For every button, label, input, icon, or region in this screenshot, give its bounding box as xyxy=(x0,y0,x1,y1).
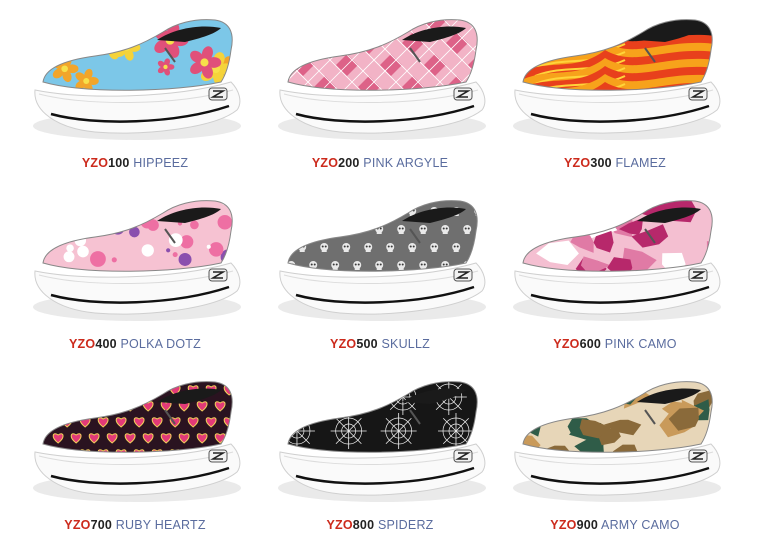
product-card-yzo800[interactable]: YZO800 SPIDERZ xyxy=(265,364,495,539)
product-code-number: 800 xyxy=(352,518,375,532)
product-name: SPIDERZ xyxy=(377,518,434,532)
product-name: RUBY HEARTZ xyxy=(115,518,206,532)
product-code-prefix: YZO xyxy=(64,518,91,532)
shoe-image-flamez[interactable] xyxy=(505,10,725,145)
product-caption: YZO600 PINK CAMO xyxy=(500,337,730,351)
product-caption: YZO500 SKULLZ xyxy=(265,337,495,351)
product-code-prefix: YZO xyxy=(564,156,591,170)
product-code-number: 400 xyxy=(95,337,117,351)
product-name: PINK CAMO xyxy=(604,337,677,351)
product-code-prefix: YZO xyxy=(330,337,357,351)
product-caption: YZO200 PINK ARGYLE xyxy=(265,156,495,170)
product-code-number: 900 xyxy=(576,518,599,532)
product-code-number: 200 xyxy=(338,156,360,170)
product-caption: YZO700 RUBY HEARTZ xyxy=(20,518,250,532)
product-code-number: 300 xyxy=(590,156,612,170)
product-code-number: 600 xyxy=(579,337,602,351)
product-caption: YZO400 POLKA DOTZ xyxy=(20,337,250,351)
product-code-prefix: YZO xyxy=(553,337,580,351)
shoe-image-pink-argyle[interactable] xyxy=(270,10,490,145)
product-card-yzo500[interactable]: YZO500 SKULLZ xyxy=(265,183,495,358)
shoe-image-hippeez[interactable] xyxy=(25,10,245,145)
product-caption: YZO100 HIPPEEZ xyxy=(20,156,250,170)
product-code-prefix: YZO xyxy=(326,518,353,532)
product-card-yzo900[interactable]: YZO900 ARMY CAMO xyxy=(500,364,730,539)
product-card-yzo700[interactable]: YZO700 RUBY HEARTZ xyxy=(20,364,250,539)
product-code-number: 500 xyxy=(356,337,378,351)
product-name: POLKA DOTZ xyxy=(120,337,201,351)
shoe-image-skullz[interactable] xyxy=(270,191,490,326)
product-card-yzo600[interactable]: YZO600 PINK CAMO xyxy=(500,183,730,358)
shoe-image-ruby-heartz[interactable] xyxy=(25,372,245,507)
product-code-prefix: YZO xyxy=(81,156,109,170)
product-name: FLAMEZ xyxy=(615,156,666,170)
product-code-prefix: YZO xyxy=(69,337,96,351)
product-caption: YZO300 FLAMEZ xyxy=(500,156,730,170)
product-code-prefix: YZO xyxy=(311,156,339,170)
shoe-image-army-camo[interactable] xyxy=(505,372,725,507)
product-name: PINK ARGYLE xyxy=(363,156,449,170)
product-grid: YZO100 HIPPEEZ YZO200 PINK ARGYLE YZO300… xyxy=(0,0,761,553)
shoe-image-pink-camo[interactable] xyxy=(505,191,725,326)
product-caption: YZO800 SPIDERZ xyxy=(265,518,495,532)
shoe-image-spiderz[interactable] xyxy=(270,372,490,507)
product-card-yzo100[interactable]: YZO100 HIPPEEZ xyxy=(20,2,250,177)
product-card-yzo200[interactable]: YZO200 PINK ARGYLE xyxy=(265,2,495,177)
shoe-image-polka-dotz[interactable] xyxy=(25,191,245,326)
product-code-number: 700 xyxy=(90,518,113,532)
product-code-number: 100 xyxy=(108,156,130,170)
product-card-yzo400[interactable]: YZO400 POLKA DOTZ xyxy=(20,183,250,358)
product-code-prefix: YZO xyxy=(550,518,577,532)
product-name: ARMY CAMO xyxy=(601,518,680,532)
product-card-yzo300[interactable]: YZO300 FLAMEZ xyxy=(500,2,730,177)
product-name: SKULLZ xyxy=(381,337,430,351)
product-caption: YZO900 ARMY CAMO xyxy=(500,518,730,532)
product-name: HIPPEEZ xyxy=(133,156,189,170)
